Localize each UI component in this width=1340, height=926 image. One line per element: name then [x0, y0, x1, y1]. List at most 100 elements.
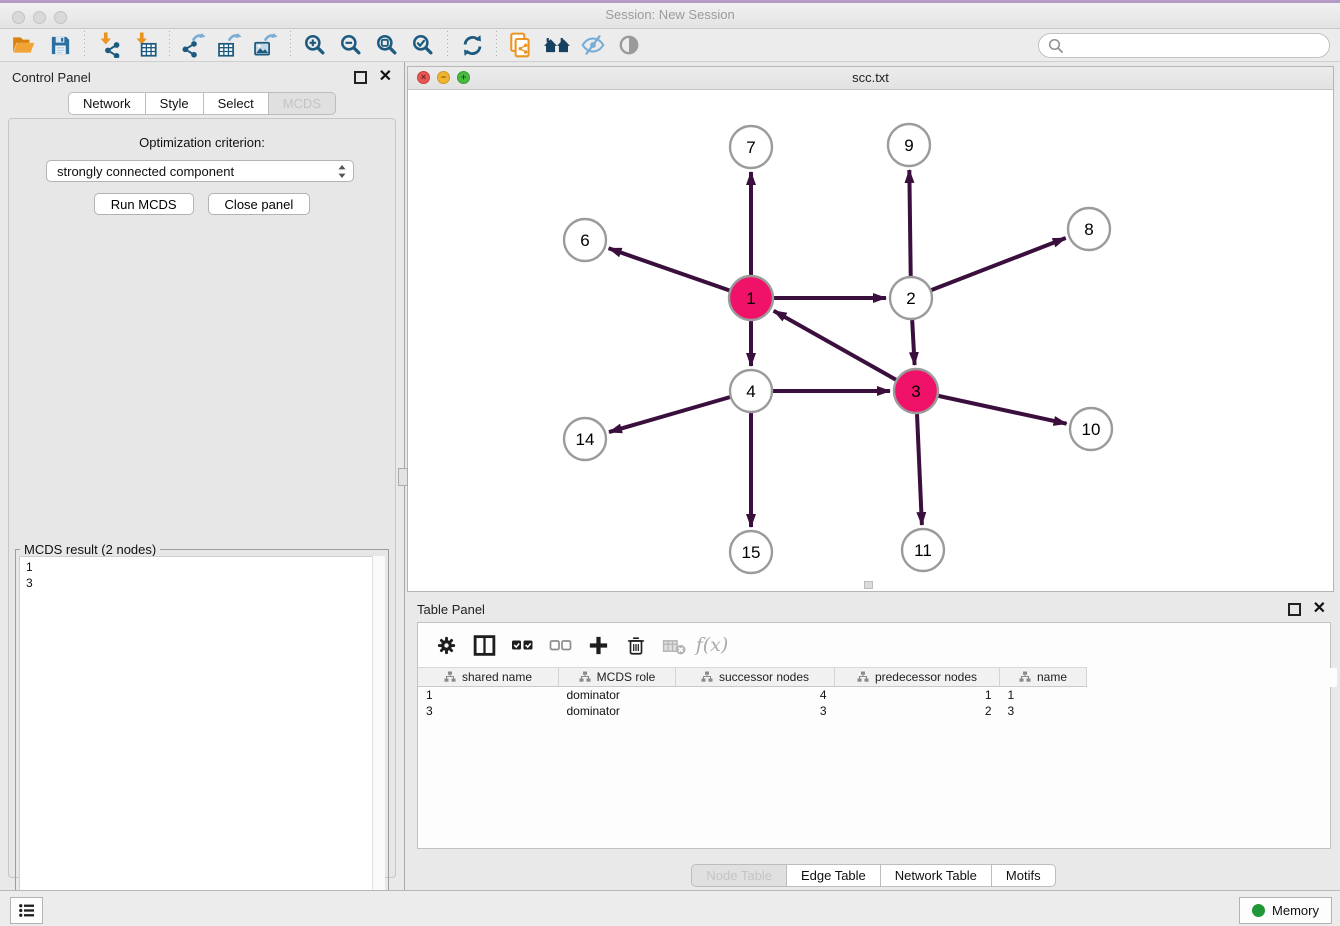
node-15[interactable]: 15	[730, 531, 772, 573]
column-header-predecessor-nodes[interactable]: predecessor nodes	[835, 668, 1000, 687]
zoom-in-button[interactable]	[297, 30, 333, 60]
cell[interactable]: 3	[418, 703, 559, 719]
tab-network[interactable]: Network	[68, 92, 146, 115]
import-table-button[interactable]	[127, 30, 163, 60]
function-button[interactable]: f(x)	[694, 628, 730, 662]
stepper-icon	[337, 164, 347, 179]
network-resize-grip[interactable]	[864, 581, 873, 589]
tree-icon	[701, 671, 713, 683]
export-image-button[interactable]	[248, 30, 284, 60]
cell[interactable]: dominator	[559, 703, 676, 719]
node-9[interactable]: 9	[888, 124, 930, 166]
cell[interactable]: 1	[1000, 687, 1087, 704]
import-network-button[interactable]	[91, 30, 127, 60]
minimize-network-icon[interactable]: −	[437, 71, 450, 84]
columns-button[interactable]	[466, 628, 502, 662]
tab-edge-table[interactable]: Edge Table	[787, 864, 881, 887]
cell[interactable]: 3	[1000, 703, 1087, 719]
tab-style[interactable]: Style	[146, 92, 204, 115]
node-14[interactable]: 14	[564, 418, 606, 460]
float-panel-icon[interactable]	[354, 71, 367, 84]
tab-mcds[interactable]: MCDS	[269, 92, 336, 115]
node-1[interactable]: 1	[729, 276, 773, 320]
tab-select[interactable]: Select	[204, 92, 269, 115]
open-file-button[interactable]	[6, 30, 42, 60]
cell[interactable]: 2	[835, 703, 1000, 719]
node-2[interactable]: 2	[890, 277, 932, 319]
edge-3-1[interactable]	[774, 311, 896, 380]
network-canvas[interactable]: 7 9 6 8 1 2 4 3 14 10 15 11	[408, 89, 1333, 591]
home-icon	[543, 33, 571, 57]
toggle-views-button[interactable]	[611, 30, 647, 60]
node-6[interactable]: 6	[564, 219, 606, 261]
network-window-controls[interactable]: × − +	[417, 71, 470, 84]
panel-divider-grip[interactable]	[398, 468, 408, 486]
window-controls[interactable]	[12, 11, 67, 24]
cell[interactable]: dominator	[559, 687, 676, 704]
float-table-panel-icon[interactable]	[1288, 603, 1301, 616]
select-all-button[interactable]	[504, 628, 540, 662]
close-window-icon[interactable]	[12, 11, 25, 24]
result-scrollbar[interactable]	[372, 556, 385, 922]
node-11[interactable]: 11	[902, 529, 944, 571]
node-7[interactable]: 7	[730, 126, 772, 168]
node-8[interactable]: 8	[1068, 208, 1110, 250]
column-header-shared-name[interactable]: shared name	[418, 668, 559, 687]
close-panel-button[interactable]: Close panel	[208, 193, 311, 215]
column-header-successor-nodes[interactable]: successor nodes	[676, 668, 835, 687]
home-button[interactable]	[539, 30, 575, 60]
export-network-button[interactable]	[176, 30, 212, 60]
gear-button[interactable]	[428, 628, 464, 662]
delete-table-button[interactable]	[656, 628, 692, 662]
edge-1-6[interactable]	[609, 248, 730, 290]
memory-button[interactable]: Memory	[1239, 897, 1332, 924]
search-field[interactable]	[1038, 33, 1330, 58]
refresh-button[interactable]	[454, 30, 490, 60]
select-all-icon	[510, 634, 535, 656]
minimize-window-icon[interactable]	[33, 11, 46, 24]
export-table-button[interactable]	[212, 30, 248, 60]
table-row[interactable]: 1dominator411	[418, 687, 1337, 704]
optimization-select[interactable]: strongly connected component	[46, 160, 354, 182]
cell[interactable]: 3	[676, 703, 835, 719]
open-file-icon	[11, 33, 37, 57]
tab-network-table[interactable]: Network Table	[881, 864, 992, 887]
run-mcds-button[interactable]: Run MCDS	[94, 193, 194, 215]
network-window-titlebar[interactable]: × − + scc.txt	[408, 67, 1333, 90]
node-label: 7	[746, 138, 755, 157]
zoom-fit-button[interactable]	[369, 30, 405, 60]
cell[interactable]: 4	[676, 687, 835, 704]
cell[interactable]: 1	[418, 687, 559, 704]
edge-3-10[interactable]	[938, 396, 1066, 424]
edge-2-9[interactable]	[909, 170, 910, 276]
column-header-name[interactable]: name	[1000, 668, 1087, 687]
mcds-result-box[interactable]: 13	[19, 556, 385, 922]
node-4[interactable]: 4	[730, 370, 772, 412]
zoom-window-icon[interactable]	[54, 11, 67, 24]
table-row[interactable]: 3dominator323	[418, 703, 1337, 719]
close-network-icon[interactable]: ×	[417, 71, 430, 84]
close-panel-icon[interactable]: ✕	[379, 70, 392, 84]
deselect-all-button[interactable]	[542, 628, 578, 662]
search-input[interactable]	[1065, 37, 1329, 54]
column-header-MCDS-role[interactable]: MCDS role	[559, 668, 676, 687]
duplicate-network-button[interactable]	[503, 30, 539, 60]
zoom-out-button[interactable]	[333, 30, 369, 60]
edge-2-3[interactable]	[912, 320, 914, 365]
edge-3-11[interactable]	[917, 414, 922, 525]
node-3[interactable]: 3	[894, 369, 938, 413]
cell[interactable]: 1	[835, 687, 1000, 704]
node-10[interactable]: 10	[1070, 408, 1112, 450]
delete-row-button[interactable]	[618, 628, 654, 662]
edge-2-8[interactable]	[932, 238, 1066, 290]
close-table-panel-icon[interactable]: ✕	[1313, 602, 1326, 616]
task-history-button[interactable]	[10, 897, 43, 924]
save-session-button[interactable]	[42, 30, 78, 60]
tab-node-table[interactable]: Node Table	[691, 864, 787, 887]
tab-motifs[interactable]: Motifs	[992, 864, 1056, 887]
edge-4-14[interactable]	[609, 397, 730, 432]
maximize-network-icon[interactable]: +	[457, 71, 470, 84]
add-row-button[interactable]	[580, 628, 616, 662]
hide-panels-button[interactable]	[575, 30, 611, 60]
zoom-selected-button[interactable]	[405, 30, 441, 60]
